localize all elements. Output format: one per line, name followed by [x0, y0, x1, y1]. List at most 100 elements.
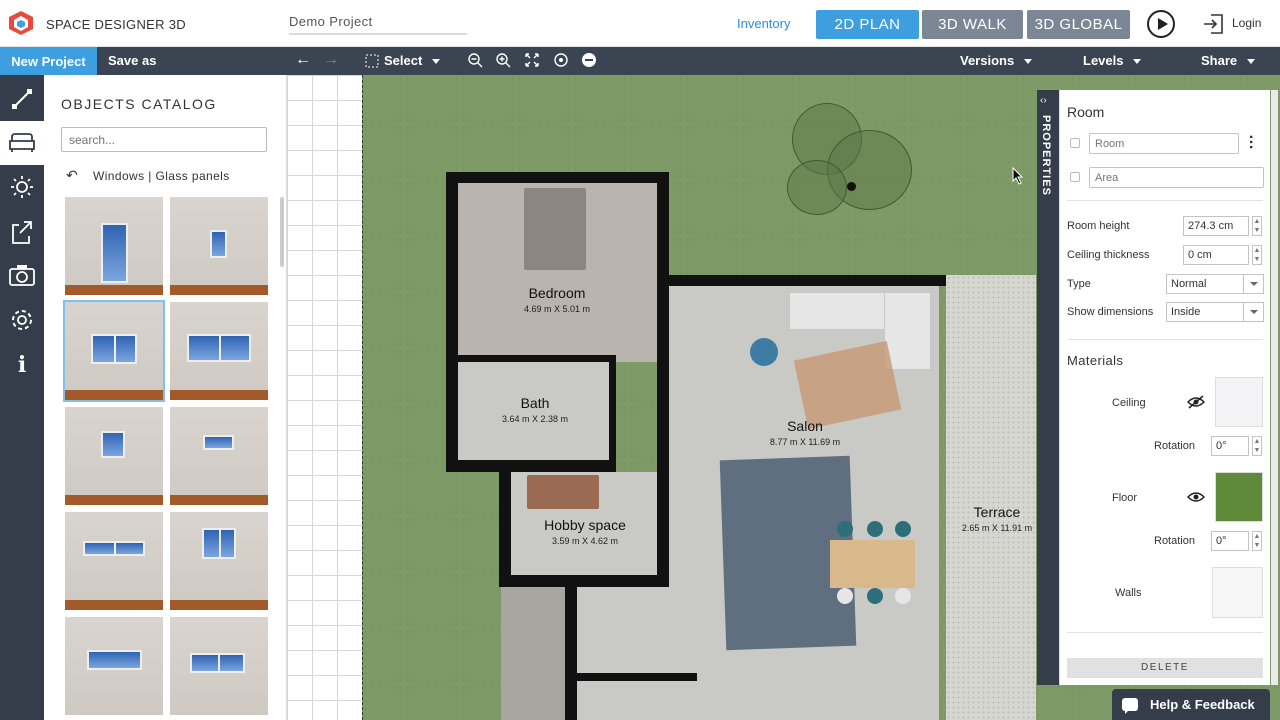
materials-heading: Materials	[1067, 353, 1124, 368]
dining-chair[interactable]	[895, 521, 911, 537]
center-icon[interactable]	[553, 52, 569, 68]
catalog-item-small-window[interactable]	[170, 197, 268, 295]
collapse-panel-icon[interactable]: ‹›	[1040, 95, 1047, 106]
ceiling-rotation-input[interactable]: 0°	[1211, 436, 1249, 456]
dining-chair[interactable]	[867, 588, 883, 604]
zoom-in-icon[interactable]	[495, 52, 511, 68]
info-icon[interactable]: i	[0, 343, 44, 387]
redo-icon[interactable]: →	[323, 51, 339, 69]
dining-chair[interactable]	[837, 588, 853, 604]
ceiling-thickness-stepper[interactable]: ▲ ▼	[1252, 245, 1262, 265]
ceiling-rotation-label: Rotation	[1154, 440, 1195, 452]
more-options-icon[interactable]: …	[1246, 134, 1263, 150]
remove-icon[interactable]	[581, 52, 597, 68]
tree-trunk	[847, 182, 856, 191]
mode-3d-global-button[interactable]: 3D GLOBAL	[1027, 10, 1130, 39]
play-icon[interactable]	[1147, 10, 1175, 38]
catalog-search-input[interactable]	[61, 127, 267, 152]
mode-2d-plan-button[interactable]: 2D PLAN	[816, 10, 919, 39]
room-label-salon[interactable]: Salon	[745, 418, 865, 434]
top-bar: SPACE DESIGNER 3D Demo Project Inventory…	[0, 0, 1280, 47]
select-icon[interactable]	[365, 54, 379, 68]
camera-icon[interactable]	[0, 253, 44, 297]
area-input[interactable]	[1089, 167, 1264, 188]
bed[interactable]	[524, 188, 586, 270]
floor-rotation-stepper[interactable]: ▲ ▼	[1252, 531, 1262, 551]
catalog-item-square-window[interactable]	[65, 407, 163, 505]
type-label: Type	[1067, 278, 1091, 290]
dining-table[interactable]	[830, 540, 915, 588]
chat-bubble-icon	[1122, 698, 1138, 714]
dining-chair[interactable]	[837, 521, 853, 537]
back-arrow-icon[interactable]: ↶	[66, 167, 78, 184]
catalog-item-tall-window[interactable]	[65, 197, 163, 295]
eye-off-icon[interactable]	[1187, 395, 1205, 409]
mode-3d-walk-button[interactable]: 3D WALK	[922, 10, 1023, 39]
room-label-bath[interactable]: Bath	[475, 395, 595, 411]
chevron-down-icon	[1024, 59, 1033, 65]
properties-panel: Room … Room height 274.3 cm ▲▼ Ceiling t…	[1059, 90, 1270, 685]
measure-icon[interactable]	[0, 77, 44, 121]
login-icon[interactable]	[1202, 13, 1224, 35]
dining-chair[interactable]	[895, 588, 911, 604]
room-name-input[interactable]	[1089, 133, 1239, 154]
catalog-item-wide-window[interactable]	[65, 512, 163, 610]
furniture-icon[interactable]	[0, 121, 44, 165]
share-dropdown[interactable]: Share	[1201, 53, 1256, 68]
export-icon[interactable]	[0, 210, 44, 254]
hobby-sofa[interactable]	[527, 475, 599, 509]
terrace-floor[interactable]	[946, 275, 1036, 720]
undo-icon[interactable]: ←	[295, 51, 311, 69]
sun-icon[interactable]	[0, 165, 44, 209]
show-dimensions-select[interactable]: Inside	[1166, 302, 1264, 322]
login-link[interactable]: Login	[1232, 16, 1261, 30]
versions-dropdown[interactable]: Versions	[960, 53, 1033, 68]
ceiling-material-swatch[interactable]	[1215, 377, 1263, 427]
ceiling-thickness-input[interactable]: 0 cm	[1183, 245, 1249, 265]
room-name-checkbox[interactable]	[1070, 138, 1080, 148]
project-name-field[interactable]: Demo Project	[289, 14, 467, 35]
chevron-down-icon	[1243, 275, 1263, 293]
catalog-scrollbar[interactable]	[280, 197, 284, 267]
room-label-bedroom[interactable]: Bedroom	[497, 285, 617, 301]
catalog-breadcrumb[interactable]: Windows | Glass panels	[93, 169, 230, 183]
divider	[1067, 339, 1263, 340]
floor-rotation-input[interactable]: 0°	[1211, 531, 1249, 551]
ceiling-rotation-stepper[interactable]: ▲ ▼	[1252, 436, 1262, 456]
walls-material-swatch[interactable]	[1212, 567, 1263, 618]
room-height-input[interactable]: 274.3 cm	[1183, 216, 1249, 236]
select-dropdown[interactable]: Select	[384, 53, 441, 68]
armchair[interactable]	[750, 338, 778, 366]
catalog-item-double-window[interactable]	[63, 300, 165, 402]
area-checkbox[interactable]	[1070, 172, 1080, 182]
new-project-button[interactable]: New Project	[0, 47, 97, 75]
hall-floor[interactable]	[577, 585, 697, 720]
save-as-button[interactable]: Save as	[108, 53, 156, 68]
divider	[1067, 200, 1263, 201]
room-dims-hobby: 3.59 m X 4.62 m	[551, 536, 619, 546]
zoom-out-icon[interactable]	[467, 52, 483, 68]
help-feedback-button[interactable]: Help & Feedback	[1112, 689, 1270, 720]
delete-button[interactable]: DELETE	[1067, 658, 1263, 678]
floor-material-swatch[interactable]	[1215, 472, 1263, 522]
levels-dropdown[interactable]: Levels	[1083, 53, 1142, 68]
bath-floor[interactable]	[457, 362, 609, 460]
inventory-link[interactable]: Inventory	[737, 16, 790, 31]
fit-screen-icon[interactable]	[524, 52, 540, 68]
sofa-chaise[interactable]	[884, 292, 931, 370]
room-label-hobby[interactable]: Hobby space	[525, 517, 645, 533]
properties-tab-label: PROPERTIES	[1040, 115, 1052, 196]
gear-icon[interactable]	[0, 298, 44, 342]
catalog-item-twin-window[interactable]	[170, 617, 268, 715]
eye-icon[interactable]	[1187, 490, 1205, 504]
tool-rail: i	[0, 75, 44, 720]
catalog-item-panel-window[interactable]	[65, 617, 163, 715]
type-select[interactable]: Normal	[1166, 274, 1264, 294]
catalog-item-narrow-window[interactable]	[170, 407, 268, 505]
catalog-item-triple-window[interactable]	[170, 302, 268, 400]
catalog-item-mullion-window[interactable]	[170, 512, 268, 610]
properties-scrollbar[interactable]	[1271, 90, 1278, 685]
ceiling-material-label: Ceiling	[1112, 397, 1146, 409]
room-height-stepper[interactable]: ▲ ▼	[1252, 216, 1262, 236]
dining-chair[interactable]	[867, 521, 883, 537]
